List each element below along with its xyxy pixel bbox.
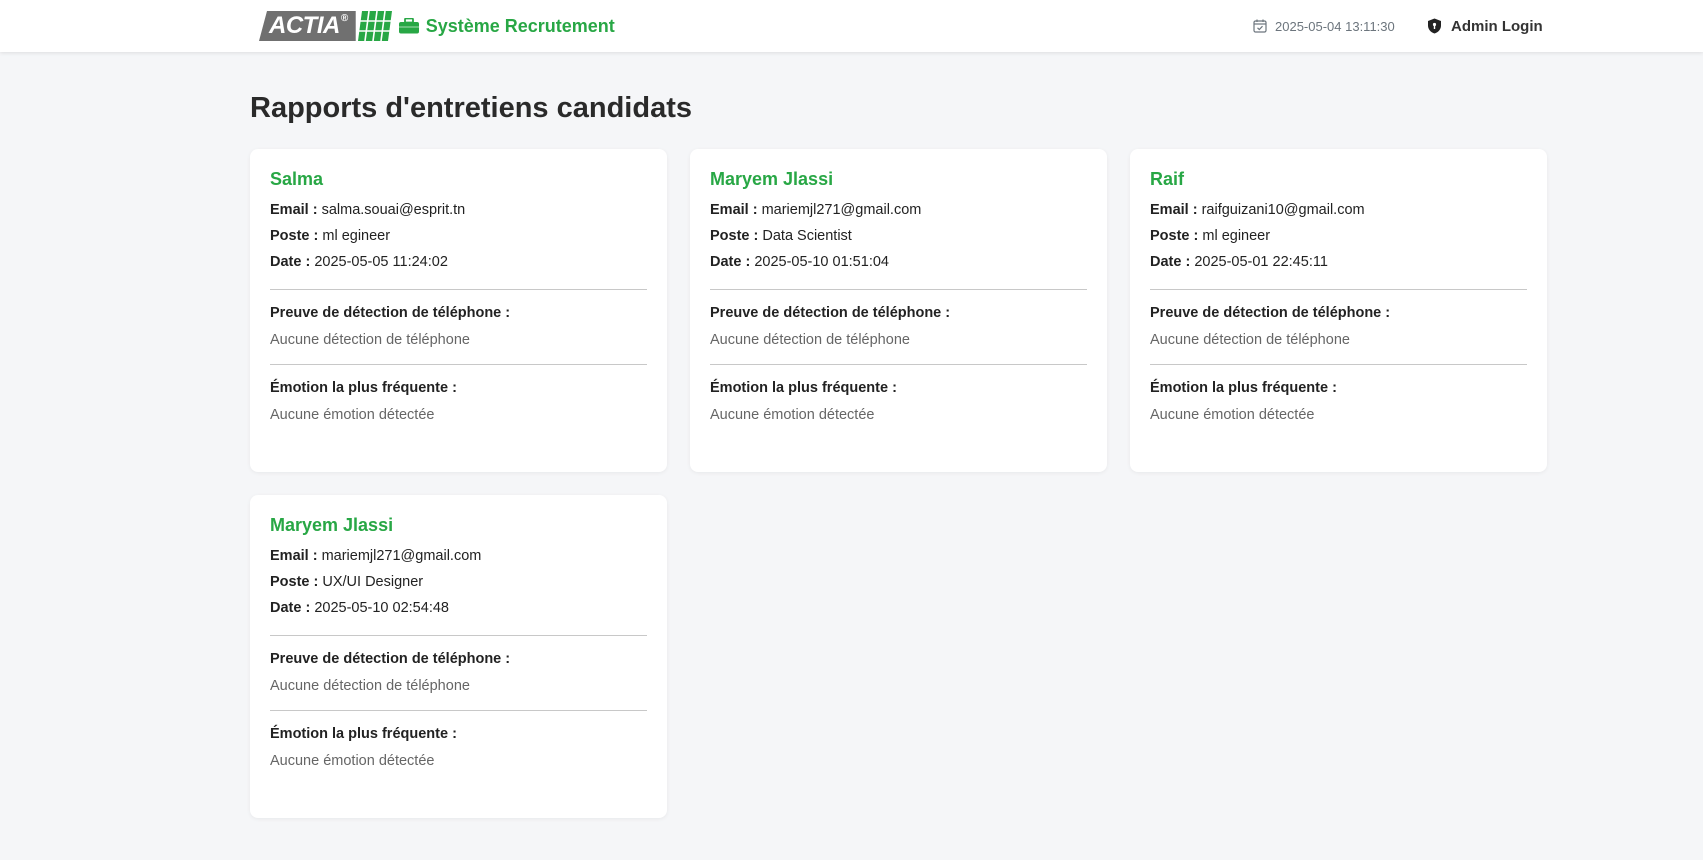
page-title: Rapports d'entretiens candidats	[250, 92, 692, 124]
admin-login-link[interactable]: Admin Login	[1427, 14, 1543, 38]
emotion-label: Émotion la plus fréquente :	[270, 726, 457, 742]
shield-icon	[1428, 18, 1441, 34]
emotion-value: Aucune émotion détectée	[270, 407, 435, 423]
email-label: Email :	[270, 548, 318, 564]
poste-row: Poste : ml egineer	[1150, 223, 1527, 249]
divider	[270, 289, 647, 290]
poste-row: Poste : UX/UI Designer	[270, 569, 647, 595]
poste-value: ml egineer	[1202, 228, 1271, 244]
date-row: Date : 2025-05-05 11:24:02	[270, 249, 647, 275]
email-value: mariemjl271@gmail.com	[321, 548, 482, 564]
actia-logo: ACTIA ®	[259, 11, 392, 41]
date-value: 2025-05-01 22:45:11	[1194, 254, 1328, 270]
divider	[710, 364, 1087, 365]
brand-link[interactable]: ACTIA ® Système Recrutement	[259, 10, 615, 42]
divider	[270, 635, 647, 636]
report-card: Salma Email : salma.souai@esprit.tn Post…	[250, 149, 667, 472]
phone-detection-value: Aucune détection de téléphone	[1150, 332, 1350, 348]
date-row: Date : 2025-05-10 02:54:48	[270, 595, 647, 621]
date-value: 2025-05-05 11:24:02	[314, 254, 448, 270]
date-value: 2025-05-10 01:51:04	[754, 254, 889, 270]
admin-login-label: Admin Login	[1451, 17, 1543, 35]
date-label: Date :	[270, 254, 311, 270]
emotion-label: Émotion la plus fréquente :	[710, 380, 897, 396]
poste-label: Poste :	[270, 228, 319, 244]
email-row: Email : mariemjl271@gmail.com	[270, 543, 647, 569]
email-value: mariemjl271@gmail.com	[761, 202, 922, 218]
email-row: Email : mariemjl271@gmail.com	[710, 197, 1087, 223]
datetime-text: 2025-05-04 13:11:30	[1275, 18, 1395, 34]
email-value: salma.souai@esprit.tn	[321, 202, 466, 218]
logo-wordmark: ACTIA ®	[259, 11, 356, 41]
phone-detection-label: Preuve de détection de téléphone :	[1150, 305, 1391, 321]
emotion-value: Aucune émotion détectée	[710, 407, 875, 423]
date-value: 2025-05-10 02:54:48	[314, 600, 449, 616]
divider	[1150, 289, 1527, 290]
date-label: Date :	[1150, 254, 1191, 270]
logo-text: ACTIA	[269, 12, 340, 39]
candidate-name: Maryem Jlassi	[270, 515, 394, 535]
report-card: Maryem Jlassi Email : mariemjl271@gmail.…	[690, 149, 1107, 472]
emotion-value: Aucune émotion détectée	[270, 753, 435, 769]
candidate-name: Maryem Jlassi	[710, 169, 834, 189]
email-label: Email :	[1150, 202, 1198, 218]
calendar-check-icon	[1253, 19, 1267, 33]
brand-title: Système Recrutement	[425, 15, 615, 36]
poste-value: Data Scientist	[762, 228, 852, 244]
poste-label: Poste :	[1150, 228, 1199, 244]
report-card: Raif Email : raifguizani10@gmail.com Pos…	[1130, 149, 1547, 472]
candidate-name: Raif	[1150, 169, 1185, 189]
email-label: Email :	[270, 202, 318, 218]
date-row: Date : 2025-05-10 01:51:04	[710, 249, 1087, 275]
top-navbar: ACTIA ® Système Recrutement 2025-05-04 1…	[0, 0, 1703, 52]
poste-row: Poste : Data Scientist	[710, 223, 1087, 249]
poste-value: UX/UI Designer	[322, 574, 424, 590]
poste-row: Poste : ml egineer	[270, 223, 647, 249]
email-row: Email : raifguizani10@gmail.com	[1150, 197, 1527, 223]
phone-detection-value: Aucune détection de téléphone	[270, 678, 470, 694]
email-label: Email :	[710, 202, 758, 218]
logo-registered-mark: ®	[340, 12, 348, 24]
emotion-label: Émotion la plus fréquente :	[1150, 380, 1337, 396]
date-label: Date :	[270, 600, 311, 616]
report-card: Maryem Jlassi Email : mariemjl271@gmail.…	[250, 495, 667, 818]
divider	[710, 289, 1087, 290]
date-row: Date : 2025-05-01 22:45:11	[1150, 249, 1527, 275]
phone-detection-value: Aucune détection de téléphone	[270, 332, 470, 348]
poste-label: Poste :	[710, 228, 759, 244]
divider	[270, 710, 647, 711]
phone-detection-label: Preuve de détection de téléphone :	[710, 305, 951, 321]
phone-detection-label: Preuve de détection de téléphone :	[270, 305, 511, 321]
divider	[1150, 364, 1527, 365]
poste-value: ml egineer	[322, 228, 391, 244]
phone-detection-label: Preuve de détection de téléphone :	[270, 651, 511, 667]
logo-grid-icon	[357, 11, 392, 41]
divider	[270, 364, 647, 365]
email-row: Email : salma.souai@esprit.tn	[270, 197, 647, 223]
candidate-name: Salma	[270, 169, 324, 189]
current-datetime: 2025-05-04 13:11:30	[1253, 16, 1395, 36]
briefcase-icon	[398, 18, 419, 34]
email-value: raifguizani10@gmail.com	[1201, 202, 1365, 218]
phone-detection-value: Aucune détection de téléphone	[710, 332, 910, 348]
date-label: Date :	[710, 254, 751, 270]
emotion-value: Aucune émotion détectée	[1150, 407, 1315, 423]
emotion-label: Émotion la plus fréquente :	[270, 380, 457, 396]
poste-label: Poste :	[270, 574, 319, 590]
